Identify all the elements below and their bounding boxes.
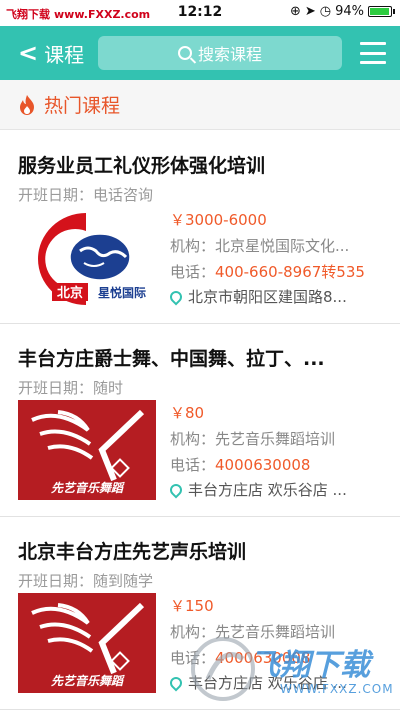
logo-text: 先艺音乐舞蹈	[50, 481, 123, 495]
course-title: 丰台方庄爵士舞、中国舞、拉丁、...	[18, 348, 325, 370]
logo-text: 先艺音乐舞蹈	[50, 674, 123, 688]
course-title: 北京丰台方庄先艺声乐培训	[18, 541, 247, 563]
course-logo-xianyi: 先艺音乐舞蹈	[18, 593, 156, 693]
course-address: 丰台方庄店 欢乐谷店 ...	[170, 479, 390, 500]
search-icon	[177, 46, 192, 60]
nav-header: < 课程 搜索课程	[0, 26, 400, 80]
course-org: 机构：北京星悦国际文化...	[170, 237, 350, 255]
location-pin-icon	[170, 481, 185, 498]
fire-icon	[20, 94, 34, 115]
course-item[interactable]: 丰台方庄爵士舞、中国舞、拉丁、... 开班日期：随时 先艺音乐舞蹈 ￥80 机构…	[0, 324, 400, 517]
svg-text:北京: 北京	[57, 285, 83, 301]
course-price: ￥80	[170, 404, 205, 422]
hamburger-line	[360, 51, 386, 55]
alarm-icon: ◷	[319, 4, 332, 19]
hamburger-line	[360, 42, 386, 45]
location-icon: ➤	[304, 4, 316, 19]
course-price: ￥150	[170, 597, 214, 615]
course-list: 服务业员工礼仪形体强化培训 开班日期：电话咨询 北京 星悦国际 ￥3000-60…	[0, 131, 400, 710]
section-title: 热门课程	[44, 95, 121, 117]
course-address: 北京市朝阳区建国路8...	[170, 286, 390, 307]
watermark-logo-icon	[191, 637, 255, 701]
course-phone[interactable]: 电话：4000630008	[170, 454, 390, 475]
lock-rotation-icon: ⊕	[289, 4, 301, 19]
status-bar: 飞翔下载 www.FXXZ.com 12:12 ⊕ ➤ ◷ 94%	[0, 0, 400, 26]
course-price: ￥3000-6000	[170, 211, 267, 229]
watermark: 飞翔下载 WWW.FXXZ.COM	[180, 630, 393, 710]
back-button[interactable]: < 课程	[18, 38, 84, 68]
course-date: 开班日期：随到随学	[18, 572, 154, 590]
course-title: 服务业员工礼仪形体强化培训	[18, 155, 266, 177]
status-icons: ⊕ ➤ ◷ 94%	[289, 4, 395, 19]
back-label: 课程	[44, 42, 85, 67]
menu-button[interactable]	[360, 42, 386, 64]
hamburger-line	[360, 61, 386, 64]
battery-percent: 94%	[335, 4, 364, 19]
course-item[interactable]: 服务业员工礼仪形体强化培训 开班日期：电话咨询 北京 星悦国际 ￥3000-60…	[0, 131, 400, 324]
svg-text:星悦国际: 星悦国际	[98, 285, 146, 300]
watermark-text: 飞翔下载	[250, 648, 370, 683]
watermark-url: WWW.FXXZ.COM	[280, 682, 394, 696]
section-header: 热门课程	[0, 80, 400, 130]
search-placeholder: 搜索课程	[197, 45, 262, 64]
course-org: 机构：先艺音乐舞蹈培训	[170, 430, 336, 448]
search-input[interactable]: 搜索课程	[98, 36, 342, 70]
course-logo-xianyi: 先艺音乐舞蹈	[18, 400, 156, 500]
course-logo-xingyue: 北京 星悦国际	[18, 207, 156, 307]
location-pin-icon	[170, 288, 185, 305]
chevron-left-icon: <	[18, 39, 39, 67]
course-phone[interactable]: 电话：400-660-8967转535	[170, 261, 390, 282]
course-date: 开班日期：电话咨询	[18, 186, 154, 204]
course-date: 开班日期：随时	[18, 379, 124, 397]
battery-icon	[368, 6, 395, 17]
